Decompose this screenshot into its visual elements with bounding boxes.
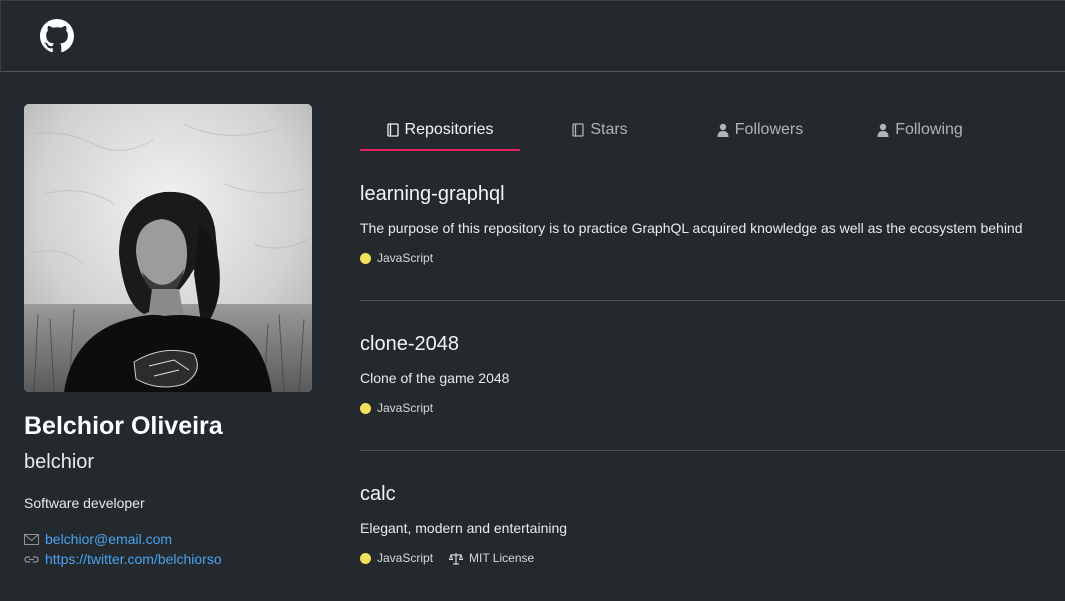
book-icon [572, 123, 584, 137]
profile-name: Belchior Oliveira [24, 412, 223, 440]
tab-label: Repositories [404, 121, 494, 138]
repo-language: JavaScript [377, 251, 434, 265]
mail-icon [24, 533, 39, 545]
repo-license: MIT License [449, 551, 534, 565]
person-icon [877, 123, 889, 137]
repo-description: The purpose of this repository is to pra… [360, 220, 1023, 236]
language-color-dot [360, 402, 371, 414]
repo-language: JavaScript [377, 551, 434, 565]
repo-item: calc Elegant, modern and entertaining Ja… [360, 483, 1065, 601]
repo-meta: JavaScript [360, 250, 433, 266]
top-bar [0, 0, 1065, 72]
repo-meta: JavaScript [360, 400, 433, 416]
repo-name-link[interactable]: learning-graphql [360, 183, 505, 206]
person-icon [717, 123, 729, 137]
tab-label: Followers [734, 121, 804, 138]
repo-name-link[interactable]: clone-2048 [360, 333, 459, 356]
language-color-dot [360, 252, 371, 264]
avatar [24, 104, 312, 392]
email-row: belchior@email.com [24, 530, 172, 548]
twitter-link[interactable]: https://twitter.com/belchiorso [45, 551, 222, 567]
profile-username: belchior [24, 451, 95, 473]
repo-item: learning-graphql The purpose of this rep… [360, 183, 1065, 333]
repo-meta: JavaScript MIT License [360, 550, 534, 566]
tab-followers[interactable]: Followers [680, 108, 840, 152]
twitter-row: https://twitter.com/belchiorso [24, 550, 222, 568]
tab-label: Following [895, 121, 963, 138]
profile-tabs: Repositories Stars Followers Following [360, 108, 1020, 152]
tab-following[interactable]: Following [840, 108, 1000, 152]
language-color-dot [360, 552, 371, 564]
book-icon [386, 123, 399, 137]
active-tab-indicator [360, 149, 520, 151]
license-label: MIT License [469, 551, 535, 565]
github-octocat-icon[interactable] [40, 19, 74, 53]
repo-description: Clone of the game 2048 [360, 370, 510, 386]
avatar-image [24, 104, 312, 392]
tab-label: Stars [590, 121, 628, 138]
repo-divider [360, 300, 1065, 301]
repo-item: clone-2048 Clone of the game 2048 JavaSc… [360, 333, 1065, 483]
law-scale-icon [449, 552, 464, 565]
profile-bio: Software developer [24, 495, 145, 511]
link-icon [24, 555, 39, 563]
tab-repositories[interactable]: Repositories [360, 108, 520, 152]
repo-name-link[interactable]: calc [360, 483, 396, 506]
email-link[interactable]: belchior@email.com [45, 531, 172, 547]
tab-stars[interactable]: Stars [520, 108, 680, 152]
repo-divider [360, 450, 1065, 451]
repo-language: JavaScript [377, 401, 434, 415]
repo-description: Elegant, modern and entertaining [360, 520, 568, 536]
